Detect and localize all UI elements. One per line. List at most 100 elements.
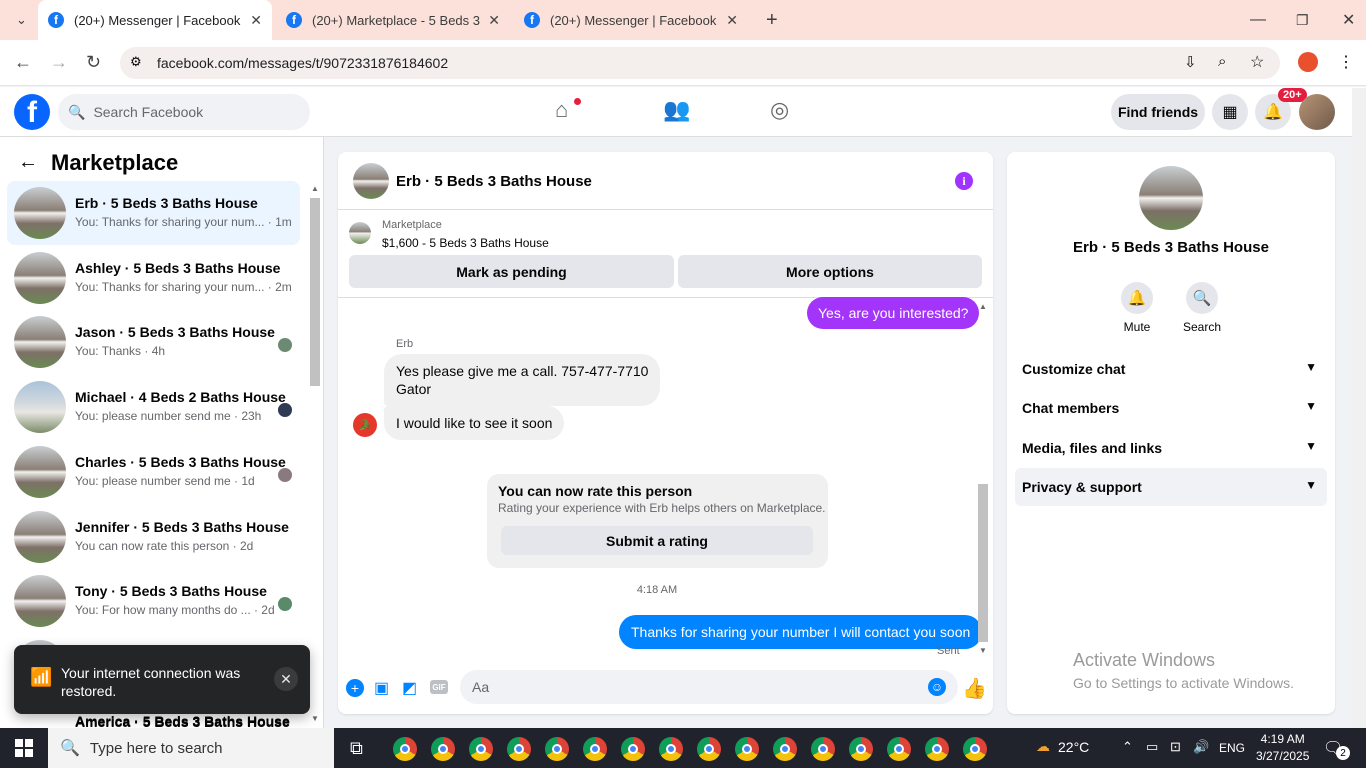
mark-pending-button[interactable]: Mark as pending xyxy=(349,255,674,288)
chrome-icon[interactable] xyxy=(963,737,987,761)
chrome-icon[interactable] xyxy=(659,737,683,761)
listing-price-title[interactable]: $1,600 - 5 Beds 3 Baths House xyxy=(382,236,549,250)
chevron-up-icon[interactable]: ⌃ xyxy=(1122,739,1133,755)
tab-messenger-1[interactable]: f (20+) Messenger | Facebook ✕ xyxy=(38,0,272,40)
bookmark-star-icon[interactable]: ☆ xyxy=(1250,52,1264,72)
image-icon[interactable]: ▣ xyxy=(374,678,389,698)
conversation-item[interactable]: Erb · 5 Beds 3 Baths House You: Thanks f… xyxy=(7,181,300,245)
scroll-down-icon[interactable]: ▼ xyxy=(979,646,987,655)
account-avatar[interactable] xyxy=(1299,94,1335,130)
restore-button[interactable]: ❐ xyxy=(1286,0,1319,40)
chat-title[interactable]: Erb · 5 Beds 3 Baths House xyxy=(396,173,592,190)
chrome-icon[interactable] xyxy=(431,737,455,761)
chrome-icon[interactable] xyxy=(735,737,759,761)
find-friends-button[interactable]: Find friends xyxy=(1111,94,1205,130)
sender-avatar[interactable]: 🐊 xyxy=(353,413,377,437)
emoji-icon[interactable]: ☺ xyxy=(928,678,946,696)
conversation-item[interactable]: Michael · 4 Beds 2 Baths House You: plea… xyxy=(7,375,300,439)
taskbar-search-input[interactable]: 🔍 Type here to search xyxy=(48,728,334,768)
tab-marketplace[interactable]: f (20+) Marketplace - 5 Beds 3 B ✕ xyxy=(276,0,510,40)
scrollbar-thumb[interactable] xyxy=(978,484,988,642)
zoom-icon[interactable]: ⌕ xyxy=(1218,53,1226,70)
conversation-snippet: You: Thanks · 4h xyxy=(75,344,166,358)
sticker-icon[interactable]: ◩ xyxy=(402,678,417,698)
chrome-icon[interactable] xyxy=(621,737,645,761)
system-clock[interactable]: 4:19 AM 3/27/2025 xyxy=(1256,731,1309,765)
chrome-icon[interactable] xyxy=(583,737,607,761)
close-icon[interactable]: ✕ xyxy=(726,12,738,29)
new-tab-button[interactable]: + xyxy=(756,0,780,40)
weather-widget[interactable]: ☁ 22°C xyxy=(1036,738,1089,755)
back-icon[interactable]: ← xyxy=(14,52,32,73)
language-indicator[interactable]: ENG xyxy=(1219,741,1245,755)
menu-icon[interactable]: ⋮ xyxy=(1338,52,1354,72)
chat-avatar[interactable] xyxy=(353,163,389,199)
conversation-item[interactable]: Charles · 5 Beds 3 Baths House You: plea… xyxy=(7,440,300,504)
activate-title: Activate Windows xyxy=(1073,650,1216,670)
gif-icon[interactable]: GIF xyxy=(430,680,448,694)
minimize-button[interactable]: — xyxy=(1240,0,1276,40)
chevron-down-icon: ▼ xyxy=(1305,439,1317,453)
chrome-icon[interactable] xyxy=(811,737,835,761)
conversation-item[interactable]: Ashley · 5 Beds 3 Baths House You: Thank… xyxy=(7,246,300,310)
chrome-icon[interactable] xyxy=(393,737,417,761)
close-icon[interactable]: ✕ xyxy=(274,667,298,691)
chat-members-section[interactable]: Chat members ▼ xyxy=(1015,389,1327,427)
page-scrollbar[interactable] xyxy=(1352,88,1366,728)
task-view-icon[interactable]: ⧉ xyxy=(350,738,363,759)
scrollbar-thumb[interactable] xyxy=(310,198,320,386)
network-icon[interactable]: ⊡ xyxy=(1170,739,1181,755)
search-conversation-button[interactable]: 🔍 Search xyxy=(1172,282,1232,334)
scroll-up-icon[interactable]: ▲ xyxy=(311,184,319,193)
windows-start-icon[interactable] xyxy=(15,739,33,757)
chrome-icon[interactable] xyxy=(887,737,911,761)
chrome-icon[interactable] xyxy=(925,737,949,761)
chrome-icon[interactable] xyxy=(773,737,797,761)
plus-icon[interactable]: + xyxy=(346,679,364,697)
conversation-item[interactable]: Jennifer · 5 Beds 3 Baths House You can … xyxy=(7,505,300,569)
scroll-up-icon[interactable]: ▲ xyxy=(979,302,987,311)
like-thumb-icon[interactable]: 👍 xyxy=(962,676,987,701)
menu-grid-icon[interactable]: ▦ xyxy=(1212,94,1248,130)
groups-icon[interactable]: ◎ xyxy=(770,97,789,123)
conversation-item[interactable]: Tony · 5 Beds 3 Baths House You: For how… xyxy=(7,569,300,633)
home-icon[interactable]: ⌂ xyxy=(555,97,568,123)
chrome-icon[interactable] xyxy=(697,737,721,761)
scroll-down-icon[interactable]: ▼ xyxy=(311,714,319,723)
forward-icon[interactable]: → xyxy=(50,52,68,73)
close-window-button[interactable]: ✕ xyxy=(1332,0,1365,40)
chat-details-name: Erb · 5 Beds 3 Baths House xyxy=(1073,239,1269,256)
listing-thumbnail xyxy=(14,446,66,498)
info-icon[interactable]: i xyxy=(955,172,973,190)
profile-icon[interactable] xyxy=(1298,52,1318,72)
chrome-icon[interactable] xyxy=(469,737,493,761)
conversation-item[interactable]: Jason · 5 Beds 3 Baths House You: Thanks… xyxy=(7,310,300,374)
mute-button[interactable]: 🔔 Mute xyxy=(1107,282,1167,334)
facebook-logo-icon[interactable]: f xyxy=(14,94,50,130)
conversation-name: Ashley · 5 Beds 3 Baths House xyxy=(75,260,281,276)
submit-rating-button[interactable]: Submit a rating xyxy=(501,526,813,555)
search-input[interactable]: 🔍 Search Facebook xyxy=(58,94,310,130)
close-icon[interactable]: ✕ xyxy=(488,12,500,29)
customize-chat-section[interactable]: Customize chat ▼ xyxy=(1015,350,1327,388)
chrome-icon[interactable] xyxy=(545,737,569,761)
close-icon[interactable]: ✕ xyxy=(250,12,262,29)
privacy-support-section[interactable]: Privacy & support ▼ xyxy=(1015,468,1327,506)
connection-toast: 📶 Your internet connection was restored.… xyxy=(14,645,310,714)
tab-search-menu[interactable]: ⌄ xyxy=(6,0,28,40)
reload-icon[interactable]: ↻ xyxy=(86,52,101,73)
site-settings-icon[interactable]: ⚙ xyxy=(130,54,142,70)
chrome-icon[interactable] xyxy=(849,737,873,761)
install-icon[interactable]: ⇩ xyxy=(1184,53,1197,71)
url-field[interactable]: ⚙ facebook.com/messages/t/90723318761846… xyxy=(120,47,1280,79)
tab-messenger-2[interactable]: f (20+) Messenger | Facebook ✕ xyxy=(514,0,748,40)
battery-icon[interactable]: ▭ xyxy=(1146,739,1158,755)
media-files-links-section[interactable]: Media, files and links ▼ xyxy=(1015,429,1327,467)
more-options-button[interactable]: More options xyxy=(678,255,982,288)
chrome-icon[interactable] xyxy=(507,737,531,761)
conversation-name[interactable]: America · 5 Beds 3 Baths House xyxy=(75,713,290,729)
volume-icon[interactable]: 🔊 xyxy=(1193,739,1209,755)
message-input[interactable]: Aa xyxy=(460,670,958,704)
friends-icon[interactable]: 👥 xyxy=(663,97,690,123)
back-arrow-icon[interactable]: ← xyxy=(18,151,38,174)
